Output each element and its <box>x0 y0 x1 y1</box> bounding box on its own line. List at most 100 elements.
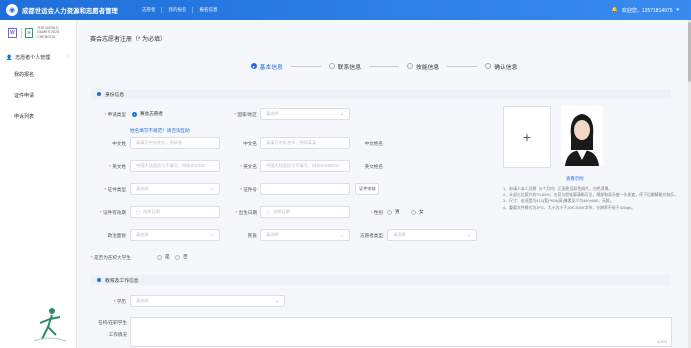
en-given-label: * 英文名 <box>240 164 257 169</box>
calendar-icon: ▢ <box>266 209 270 215</box>
bell-icon[interactable]: 🔔 <box>612 7 618 13</box>
degree-label: * 学历 <box>113 299 126 304</box>
user-icon: 👤 <box>6 54 13 61</box>
user-label: 欢迎您，13571814975 <box>621 7 673 14</box>
step-dot-icon <box>485 63 492 69</box>
cn-given-input[interactable]: 请填写中文名字，例如某某 <box>260 137 350 149</box>
id-expiry-picker[interactable]: ▢ 选择日期 <box>130 206 220 218</box>
job-textarea[interactable]: 0/300 <box>130 317 672 347</box>
radio-icon <box>157 254 162 260</box>
calendar-icon: ▢ <box>136 209 140 215</box>
step-divider <box>447 65 478 67</box>
step-indicator: ● 基本信息 联系信息 技能信息 确认信息 <box>77 58 691 74</box>
cn-surname-input[interactable]: 请填写中文姓名，例如张 <box>130 137 220 149</box>
chevron-down-icon: ⌄ <box>339 111 344 117</box>
step-confirm-info[interactable]: 确认信息 <box>485 62 517 71</box>
job-label-2: 工作情况 <box>108 332 127 337</box>
id-number-label: * 证件号 <box>240 187 257 192</box>
step-basic-info[interactable]: ● 基本信息 <box>250 62 283 71</box>
nav-my-registration[interactable]: 我的报名 <box>162 7 194 13</box>
country-select[interactable]: 请选择 ⌄ <box>260 108 350 120</box>
ethnicity-select[interactable]: 请选择 ⌄ <box>260 229 350 241</box>
athlete-illustration <box>33 308 67 342</box>
en-surname-label: * 英文姓 <box>109 164 126 169</box>
applicant-type-label: * 申请类型 <box>104 112 126 117</box>
app-title: 成都世运会人力资源和志愿者管理 <box>22 7 118 15</box>
radio-icon <box>411 209 416 215</box>
cn-surname-label: 中文姓 <box>112 141 126 146</box>
sidebar-group-label: 志愿者个人管理 <box>15 55 51 62</box>
step-contact-info[interactable]: 联系信息 <box>328 62 361 71</box>
world-games-logo: W <box>8 27 17 38</box>
degree-select[interactable]: 请选择 ⌄ <box>130 295 285 307</box>
sample-photo <box>561 106 603 166</box>
logo-text: THE WORLD GAMES 2025 CHENGDU <box>37 26 60 39</box>
photo-upload[interactable]: + <box>503 106 551 168</box>
section-education: 教育及工作信息 <box>91 275 671 285</box>
nav-registration-info[interactable]: 报名信息 <box>193 7 223 13</box>
chengdu-logo: ⌘ <box>25 27 34 38</box>
student-label: * 是否为在校大学生 <box>91 255 131 260</box>
student-yes-radio[interactable]: 是 <box>157 254 170 260</box>
gender-label: * 性别 <box>370 210 383 215</box>
applicant-type-radio[interactable]: 赛会志愿者 <box>132 111 163 117</box>
chevron-down-icon: ⌄ <box>209 232 214 238</box>
chevron-down-icon[interactable]: ▾ <box>676 7 679 13</box>
chevron-down-icon: ⌄ <box>209 186 214 192</box>
name-help-link[interactable]: 姓名填写不规范？请咨询互助 <box>130 128 190 134</box>
top-header: ◉ 成都世运会人力资源和志愿者管理 志愿者 我的报名 报名信息 🔔 欢迎您，13… <box>0 0 691 20</box>
sidebar-menu: 👤 志愿者个人管理 ⌃ 我的报名 证件申请 申诉列表 <box>0 51 76 127</box>
step-divider <box>369 65 399 67</box>
id-check-button[interactable]: 证件申核 <box>355 183 379 195</box>
chevron-up-icon: ⌃ <box>65 54 70 61</box>
volunteer-type-label: 志愿者类型 <box>360 233 383 238</box>
page-title: 赛会志愿者注册（* 为必填） <box>90 37 167 43</box>
nav-volunteer[interactable]: 志愿者 <box>136 7 163 13</box>
id-expiry-label: * 证件有效期 <box>99 210 126 215</box>
step-dot-icon: ● <box>250 63 257 69</box>
gender-female-radio[interactable]: 女 <box>411 209 424 215</box>
political-status-select[interactable]: 请选择 ⌄ <box>130 229 220 241</box>
section-bullet-icon <box>97 278 101 282</box>
section-identity: 身份信息 <box>91 89 671 99</box>
step-skill-info[interactable]: 技能信息 <box>407 62 439 71</box>
top-nav: 志愿者 我的报名 报名信息 <box>136 7 224 13</box>
student-no-radio[interactable]: 否 <box>175 254 188 260</box>
sample-link[interactable]: 查看示例 <box>566 176 584 182</box>
country-label: * 国家/地区 <box>234 112 257 117</box>
sidebar-item-id-application[interactable]: 证件申请 <box>0 85 76 106</box>
birth-date-picker[interactable]: ▢ 选择日期 <box>260 206 350 218</box>
radio-icon <box>175 254 180 260</box>
sidebar-item-appeals[interactable]: 申诉列表 <box>0 106 76 127</box>
step-divider <box>290 65 321 67</box>
photo-requirements: 1、申请人本人近期（6个月内）正面免冠彩色照片，白色背景。 2、头部占比照片的7… <box>503 186 679 210</box>
cn-given-label: 中文名 <box>243 141 257 146</box>
en-given-input[interactable]: 中国大陆居民可不填写，例如SANMOU <box>260 160 350 172</box>
volunteer-type-select[interactable]: 请选择 ⌄ <box>387 229 477 241</box>
plus-icon: + <box>522 129 532 145</box>
sidebar-logo: W ⌘ THE WORLD GAMES 2025 CHENGDU <box>0 20 76 45</box>
radio-selected-icon <box>132 111 137 117</box>
logo-icon: ◉ <box>6 4 18 16</box>
section-bullet-icon <box>97 92 101 96</box>
ethnicity-label: 民族 <box>247 233 257 238</box>
political-status-label: 政治面貌 <box>107 233 126 238</box>
chevron-down-icon: ⌄ <box>274 298 279 304</box>
main-content: 赛会志愿者注册（* 为必填） ● 基本信息 联系信息 技能信息 确认信息 身份信… <box>77 20 691 348</box>
step-dot-icon <box>328 63 335 69</box>
sidebar-group-volunteer[interactable]: 👤 志愿者个人管理 ⌃ <box>0 51 76 64</box>
user-menu[interactable]: 🔔 欢迎您，13571814975 ▾ <box>612 7 679 14</box>
en-surname-input[interactable]: 中国大陆居民可不填写，例如ZHANG <box>130 160 220 172</box>
char-counter: 0/300 <box>656 339 667 344</box>
gender-male-radio[interactable]: 男 <box>387 209 400 215</box>
id-type-select[interactable]: 请选择 ⌄ <box>130 183 220 195</box>
sidebar: W ⌘ THE WORLD GAMES 2025 CHENGDU 👤 志愿者个人… <box>0 20 77 348</box>
chevron-down-icon: ⌄ <box>339 232 344 238</box>
job-label: 在校/在职学生 <box>98 320 127 325</box>
id-number-input[interactable] <box>260 183 350 195</box>
en-fullname-label: 英文姓名 <box>364 164 383 169</box>
chevron-down-icon: ⌄ <box>466 232 471 238</box>
sidebar-item-my-registration[interactable]: 我的报名 <box>0 64 76 85</box>
birth-date-label: * 出生日期 <box>235 210 257 215</box>
radio-icon <box>387 209 392 215</box>
